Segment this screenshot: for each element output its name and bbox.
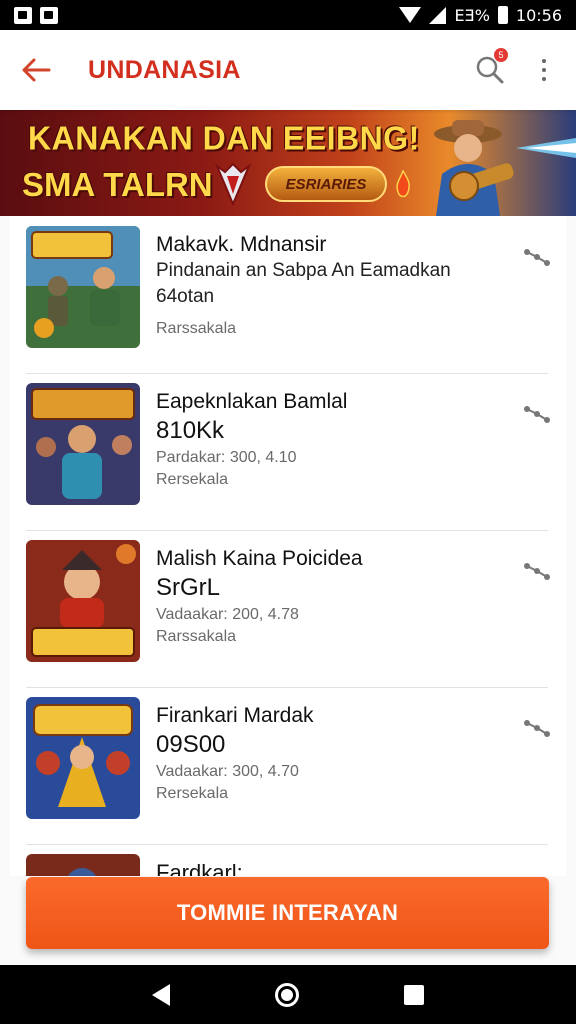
- share-icon[interactable]: [522, 717, 552, 741]
- item-count: 810Kk: [156, 417, 225, 444]
- item-meta: Rersekala: [156, 471, 229, 488]
- notification-icon: [14, 6, 32, 24]
- status-bar: EƎ% 10:56: [0, 0, 576, 30]
- arrow-left-icon: [22, 58, 51, 82]
- more-vertical-icon: [542, 59, 546, 63]
- share-icon[interactable]: [522, 403, 552, 427]
- list-item[interactable]: Firankari Mardak 09S00 Vadaakar: 300, 4.…: [10, 687, 566, 844]
- item-meta: Vadaakar: 200, 4.78: [156, 606, 299, 623]
- item-count: 09S00: [156, 731, 226, 758]
- system-nav-bar: [0, 965, 576, 1024]
- nav-home-icon[interactable]: [274, 982, 299, 1007]
- game-thumbnail: [26, 226, 140, 348]
- game-list: Makavk. Mdnansir Pindanain an Sabpa An E…: [10, 216, 566, 876]
- notification-badge: 5: [494, 48, 508, 62]
- item-subtitle: Pindanain an Sabpa An Eamadkan: [156, 260, 451, 281]
- item-title: Makavk. Mdnansir: [156, 233, 327, 256]
- item-title: Eapeknlakan Bamlal: [156, 390, 348, 413]
- item-title: Malish Kaina Poicidea: [156, 547, 363, 570]
- signal-icon: [429, 6, 447, 24]
- wifi-icon: [399, 7, 422, 23]
- search-button[interactable]: 5: [460, 30, 520, 110]
- game-thumbnail: [26, 697, 140, 819]
- back-button[interactable]: [0, 30, 72, 110]
- app-title: UNDANASIA: [88, 55, 241, 84]
- banner-headline: KANAKAN DAN EEIBNG!: [28, 119, 420, 157]
- battery-text: EƎ%: [454, 5, 490, 25]
- hero-character-image: [434, 120, 514, 216]
- promo-banner[interactable]: KANAKAN DAN EEIBNG! SMA TALRN ESRIARIES: [0, 110, 576, 216]
- list-item[interactable]: Malish Kaina Poicidea SrGrL Vadaakar: 20…: [10, 530, 566, 687]
- list-item[interactable]: Fardkarl:: [10, 844, 566, 876]
- emblem-icon: [215, 162, 251, 207]
- game-thumbnail: [26, 383, 140, 505]
- list-item[interactable]: Makavk. Mdnansir Pindanain an Sabpa An E…: [10, 216, 566, 373]
- primary-action-button[interactable]: TOMMIE INTERAYAN: [26, 877, 549, 949]
- nav-recents-icon[interactable]: [403, 984, 424, 1005]
- share-icon[interactable]: [522, 246, 552, 270]
- item-count: SrGrL: [156, 574, 221, 601]
- banner-logo-badge: ESRIARIES: [265, 166, 387, 202]
- item-meta: Pardakar: 300, 4.10: [156, 449, 297, 466]
- notification-icon: [40, 6, 58, 24]
- game-thumbnail: [26, 540, 140, 662]
- clock: 10:56: [515, 5, 562, 25]
- nav-back-icon[interactable]: [152, 983, 171, 1006]
- item-subtitle: 64otan: [156, 286, 215, 307]
- flame-icon: [396, 170, 410, 198]
- game-thumbnail: [26, 854, 140, 876]
- item-meta: Rarssakala: [156, 320, 237, 337]
- item-meta: Rersekala: [156, 785, 229, 802]
- item-title: Fardkarl:: [156, 860, 243, 876]
- app-bar: UNDANASIA 5: [0, 30, 576, 110]
- battery-icon: [497, 6, 508, 24]
- list-item[interactable]: Eapeknlakan Bamlal 810Kk Pardakar: 300, …: [10, 373, 566, 530]
- share-icon[interactable]: [522, 560, 552, 584]
- item-meta: Vadaakar: 300, 4.70: [156, 763, 299, 780]
- item-title: Firankari Mardak: [156, 704, 314, 727]
- more-options-button[interactable]: [520, 30, 568, 110]
- laser-beam-icon: [516, 138, 576, 158]
- item-meta: Rarssakala: [156, 628, 237, 645]
- banner-subheadline: SMA TALRN: [22, 166, 213, 203]
